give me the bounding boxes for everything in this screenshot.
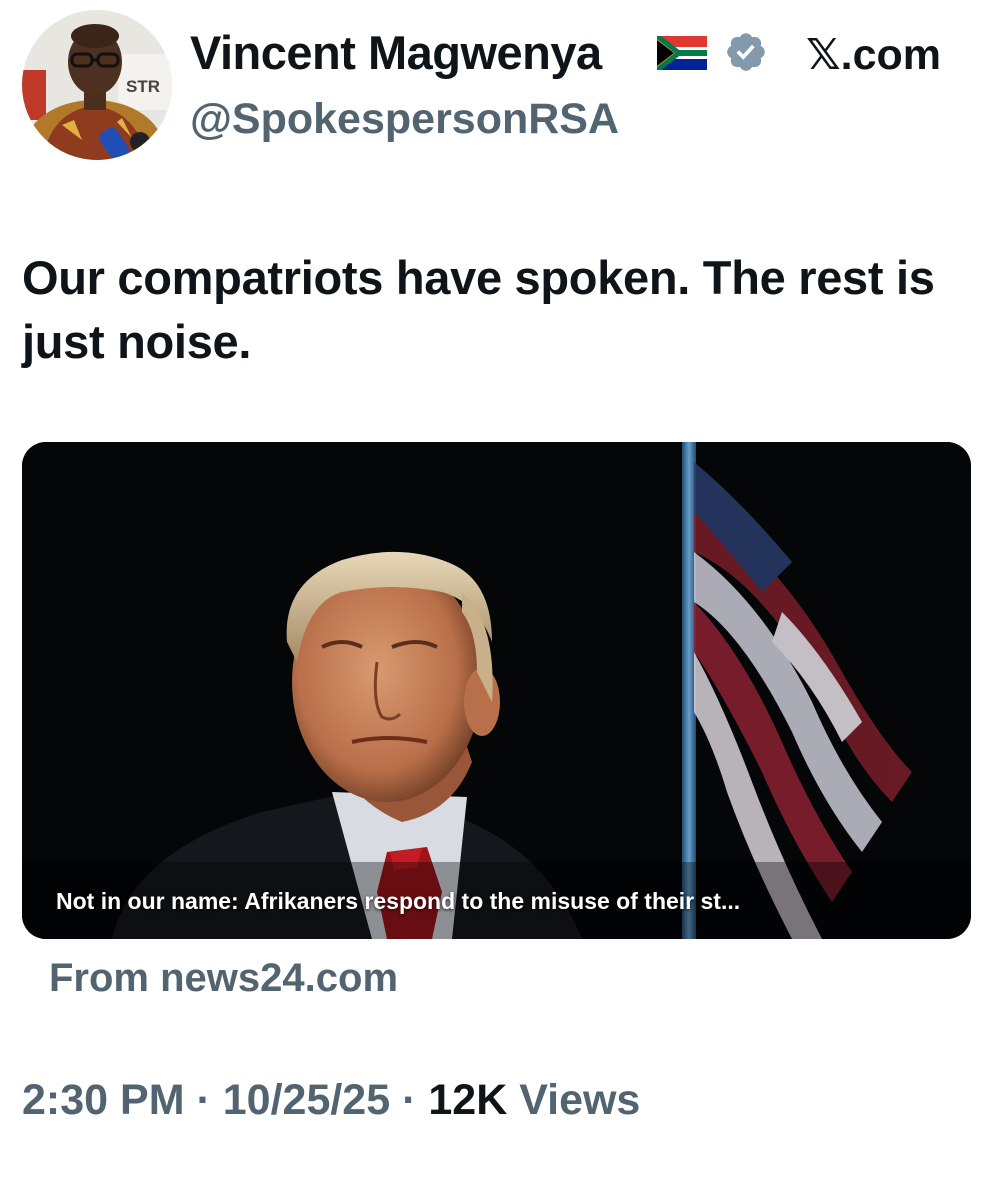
link-preview-card[interactable]: Not in our name: Afrikaners respond to t… <box>22 442 971 939</box>
meta-separator: · <box>196 1076 211 1124</box>
svg-text:STR: STR <box>126 77 160 96</box>
south-africa-flag-icon <box>657 36 707 70</box>
news-article-photo-icon <box>22 442 971 939</box>
site-label: 𝕏.com <box>806 31 942 79</box>
user-handle[interactable]: @SpokespersonRSA <box>190 92 619 146</box>
display-name[interactable]: Vincent Magwenya <box>190 24 602 82</box>
link-preview-caption: Not in our name: Afrikaners respond to t… <box>56 888 741 914</box>
avatar[interactable]: STR <box>22 10 172 160</box>
views-label: Views <box>519 1076 641 1124</box>
tweet-time[interactable]: 2:30 PM <box>22 1076 185 1124</box>
profile-photo-avatar-icon: STR <box>22 10 172 160</box>
tweet-date[interactable]: 10/25/25 <box>223 1076 390 1124</box>
meta-separator: · <box>402 1076 417 1124</box>
tweet-meta: 2:30 PM · 10/25/25 · 12K Views <box>22 1072 640 1128</box>
tweet-text: Our compatriots have spoken. The rest is… <box>22 251 935 368</box>
views-count: 12K <box>428 1076 508 1124</box>
link-source[interactable]: From news24.com <box>49 952 398 1004</box>
verified-badge-icon <box>727 33 765 71</box>
